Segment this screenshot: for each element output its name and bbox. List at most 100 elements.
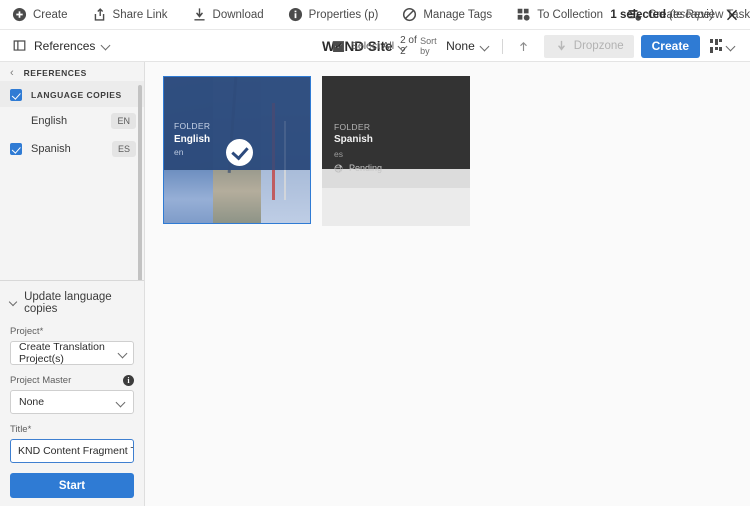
item-count: 2 of 2 (400, 35, 420, 57)
project-master-value: None (19, 396, 44, 408)
card-kind: FOLDER (174, 121, 210, 133)
create-plus-icon (12, 7, 27, 22)
list-item[interactable]: English EN (0, 107, 144, 135)
card-thumbnail[interactable]: FOLDER Spanish es Pending (322, 76, 470, 169)
chevron-down-icon (10, 299, 17, 307)
start-button[interactable]: Start (10, 473, 134, 498)
card-title: English (174, 133, 210, 147)
chevron-down-icon (117, 398, 126, 407)
list-item[interactable]: Spanish ES (0, 135, 144, 163)
card-metadata: FOLDER English en (174, 121, 210, 158)
card-english[interactable]: FOLDER English en (163, 76, 311, 224)
dropzone-button[interactable]: Dropzone (544, 35, 634, 58)
chevron-down-icon (102, 41, 111, 50)
card-thumbnail[interactable]: FOLDER English en (163, 76, 311, 224)
select-all-button[interactable]: Select All (325, 39, 400, 54)
rail-selector-label: References (34, 39, 95, 53)
references-list: LANGUAGE COPIES English EN Spanish ES (0, 81, 144, 280)
back-chevron-icon[interactable]: ‹ (10, 67, 14, 79)
card-grid: FOLDER English en FOLDER Spanish es (146, 62, 750, 506)
tile-ground (213, 170, 262, 223)
project-dropdown[interactable]: Create Translation Project(s) (10, 341, 134, 365)
card-code: en (174, 147, 210, 159)
chevron-down-icon (481, 42, 490, 51)
rail-selector[interactable]: References (0, 38, 111, 53)
card-kind: FOLDER (334, 121, 382, 133)
project-value: Create Translation Project(s) (19, 341, 119, 365)
action-to-collection-label: To Collection (537, 9, 603, 21)
action-properties[interactable]: Properties (p) (288, 0, 389, 30)
grid-cell (715, 47, 718, 50)
selection-status: 1 selected (escape) (610, 0, 740, 30)
title-field-label: Title* (10, 424, 134, 435)
references-header: ‹ REFERENCES (0, 64, 144, 81)
language-badge: ES (112, 141, 136, 157)
title-label-text: Title* (10, 424, 31, 435)
select-all-label: Select All (351, 40, 394, 52)
project-master-field-label: Project Master i (10, 375, 134, 386)
card-spanish[interactable]: FOLDER Spanish es Pending (322, 76, 470, 226)
spanish-checkbox[interactable] (10, 143, 22, 155)
project-master-label-text: Project Master (10, 375, 71, 386)
action-manage-tags-label: Manage Tags (423, 9, 492, 21)
status-label: Pending (349, 162, 382, 175)
grid-cell (710, 39, 713, 43)
action-to-collection[interactable]: To Collection (516, 0, 613, 30)
chevron-down-icon (727, 42, 736, 51)
translation-globe-icon (334, 164, 343, 173)
grid-cell (719, 39, 722, 42)
info-icon[interactable]: i (123, 375, 134, 386)
properties-info-icon (288, 7, 303, 22)
view-toggle-button[interactable] (700, 39, 742, 53)
dropzone-label: Dropzone (574, 40, 624, 52)
language-copies-checkbox[interactable] (10, 89, 22, 101)
tile-ground (164, 170, 213, 223)
selected-count: 1 selected (escape) (610, 9, 714, 21)
project-master-dropdown[interactable]: None (10, 390, 134, 414)
action-share-link-label: Share Link (113, 9, 168, 21)
sort-direction-button[interactable] (509, 40, 538, 53)
list-item-label: Spanish (31, 143, 103, 155)
project-field-label: Project* (10, 326, 134, 337)
toolbar-divider (502, 39, 503, 54)
selected-count-value: 1 selected (610, 9, 666, 21)
form-section-header[interactable]: Update language copies (10, 291, 134, 315)
grid-cell (719, 47, 722, 51)
close-selection-icon[interactable] (724, 7, 740, 23)
language-badge: EN (111, 113, 136, 129)
action-share-link[interactable]: Share Link (92, 0, 178, 30)
sort-value-dropdown[interactable]: None (440, 39, 496, 53)
action-manage-tags[interactable]: Manage Tags (402, 0, 502, 30)
card-title: Spanish (334, 133, 382, 148)
sort-by-label: Sort by (420, 36, 440, 56)
action-create[interactable]: Create (12, 0, 78, 30)
card-metadata: FOLDER Spanish es Pending (334, 121, 382, 175)
chevron-down-icon (119, 349, 126, 358)
grid-cell (715, 39, 718, 45)
rail-panel-icon (12, 38, 27, 53)
content-toolbar: References WKND Site Select All 2 of 2 S… (0, 30, 750, 62)
aem-assets-app: Create Share Link Download Properties (p… (0, 0, 750, 506)
rail-scrollbar[interactable] (138, 85, 142, 280)
action-properties-label: Download (213, 9, 264, 21)
toolbar-right-group: Select All 2 of 2 Sort by None Dropzone … (325, 30, 742, 62)
selected-escape-hint: (escape) (669, 9, 714, 21)
action-properties-text: Properties (p) (309, 9, 379, 21)
manage-tags-icon (402, 7, 417, 22)
title-input[interactable]: KND Content Fragment Translation (10, 439, 134, 463)
status-badge: Pending (334, 162, 382, 175)
create-button[interactable]: Create (641, 35, 700, 58)
dropzone-download-icon (554, 39, 569, 54)
action-download[interactable]: Download (192, 0, 274, 30)
to-collection-icon (516, 7, 531, 22)
project-label-text: Project* (10, 326, 43, 337)
share-link-icon (92, 7, 107, 22)
download-icon (192, 7, 207, 22)
references-rail-panel: ‹ REFERENCES LANGUAGE COPIES English EN … (0, 62, 145, 506)
selected-check-icon[interactable] (226, 139, 253, 166)
sort-value-label: None (446, 39, 475, 53)
section-language-copies[interactable]: LANGUAGE COPIES (0, 81, 144, 107)
card-footer-secondary (322, 188, 470, 226)
list-item-label: English (31, 115, 102, 127)
language-copies-label: LANGUAGE COPIES (31, 90, 122, 100)
